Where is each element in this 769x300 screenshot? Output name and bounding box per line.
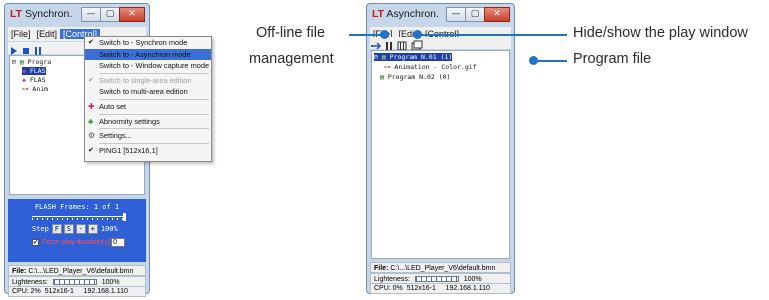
dropdown-item-label: Switch to - Synchron mode	[99, 38, 188, 47]
callout-offline-line2: management	[249, 51, 334, 67]
check-icon: ✔	[88, 76, 94, 84]
dropdown-item-6[interactable]: ♣ Abnormity settings	[85, 116, 211, 128]
dropdown-item-7[interactable]: ⚙ Settings...	[85, 130, 211, 142]
grid-icon[interactable]	[397, 41, 407, 51]
dropdown-item-label: Switch to - Asynchron mode	[99, 49, 191, 59]
step-first-button[interactable]: F	[51, 224, 62, 234]
maximize-button[interactable]: ▢	[100, 7, 120, 22]
callout-hide-show-connector	[417, 34, 567, 36]
file-status: File: C:\...\LED_Player_V6\default.bmn	[370, 262, 511, 273]
window-title: Asynchron.	[386, 8, 439, 20]
force-duration-label: Force play duration(s)	[42, 239, 111, 246]
tree-node-animation[interactable]: ⊶ Animation - Color.gif	[384, 63, 477, 71]
dropdown-item-8[interactable]: ✔ PING1 [512x16,1]	[85, 145, 211, 157]
callout-program-file-connector	[536, 60, 567, 62]
menu-edit[interactable]: [Edit]	[34, 29, 61, 39]
lightness-status: Lighteness: 100%	[370, 273, 511, 284]
dropdown-item-label: Settings...	[99, 131, 132, 141]
close-button[interactable]: ✕	[119, 7, 145, 22]
dropdown-item-4[interactable]: Switch to multi-area edition	[85, 86, 211, 98]
offline-file-icon[interactable]	[371, 42, 382, 50]
minimize-button[interactable]: —	[446, 7, 466, 22]
title-bar[interactable]: LT Synchron. — ▢ ✕	[5, 4, 149, 26]
callout-program-file: Program file	[573, 51, 652, 67]
menu-separator	[99, 113, 209, 115]
force-duration-checkbox[interactable]: ✔	[32, 239, 39, 246]
dropdown-item-5[interactable]: ✚ Auto set	[85, 101, 211, 113]
dropdown-item-label: Switch to single-area edition	[99, 75, 192, 85]
ip-address: 192.168.1.110	[83, 288, 128, 295]
resolution: 512x16-1	[406, 285, 436, 292]
frame-slider[interactable]	[32, 213, 126, 221]
lightness-slider[interactable]	[414, 276, 459, 283]
dropdown-item-3: ✔ Switch to single-area edition	[85, 75, 211, 87]
step-minus-button[interactable]: -	[75, 224, 86, 234]
flash-frames-label: FLASH Frames: 1 of 1	[34, 203, 120, 211]
tree-node-program-02[interactable]: ▤ Program N.02 (0)	[380, 73, 450, 81]
menu-file[interactable]: [File]	[8, 29, 34, 39]
tree-node-program[interactable]: ⊟ ▤ Progra	[12, 58, 51, 66]
dropdown-item-label: Auto set	[99, 101, 127, 111]
play-window-icon[interactable]	[411, 40, 423, 51]
menu-separator	[99, 98, 209, 100]
dropdown-item-2[interactable]: Switch to - Window capture mode	[85, 60, 211, 72]
lightness-value: 100%	[463, 276, 482, 283]
step-plus-button[interactable]: +	[87, 224, 98, 234]
lightness-status: Lighteness: 100%	[8, 276, 146, 287]
callout-offline-dot	[380, 30, 389, 39]
file-path: C:\...\LED_Player_V6\default.bmn	[28, 268, 134, 275]
control-dropdown-menu: ✔ Switch to - Synchron mode Switch to - As…	[84, 36, 212, 162]
force-duration-input[interactable]: 0	[111, 238, 126, 247]
puzzle-icon: ✚	[88, 101, 95, 111]
system-status: CPU: 2% 512x16-1 192.168.1.110	[8, 287, 146, 297]
step-percent: 100%	[100, 225, 118, 233]
file-path: C:\...\LED_Player_V6\default.bmn	[390, 265, 496, 272]
lightness-label: Lighteness:	[12, 279, 48, 286]
check-icon: ✔	[88, 39, 94, 46]
menu-separator	[99, 72, 209, 74]
dropdown-item-0[interactable]: ✔ Switch to - Synchron mode	[85, 37, 211, 49]
program-tree: ⊟ ▤ Program N.01 (1) ⊶ Animation - Color…	[371, 50, 510, 259]
callout-offline-line1: Off-line file	[256, 25, 326, 41]
app-logo: LT	[372, 8, 385, 20]
asynchron-window: LT Asynchron. — ▢ ✕ [File] [Edit] [Contr…	[366, 3, 515, 294]
callout-program-file-dot	[529, 56, 538, 65]
tree-icon: ♣	[88, 116, 94, 126]
check-icon: ✔	[88, 146, 94, 154]
step-label: Step	[32, 225, 49, 233]
resolution: 512x16-1	[44, 288, 74, 295]
maximize-button[interactable]: ▢	[465, 7, 485, 22]
dropdown-item-label: Abnormity settings	[99, 116, 160, 126]
dropdown-item-label: Switch to - Window capture mode	[99, 61, 210, 71]
pause-icon[interactable]	[386, 42, 392, 50]
menu-separator	[99, 128, 209, 130]
app-logo: LT	[10, 8, 23, 20]
dropdown-item-label: Switch to multi-area edition	[99, 87, 188, 97]
minimize-button[interactable]: —	[81, 7, 101, 22]
title-bar[interactable]: LT Asynchron. — ▢ ✕	[367, 4, 514, 26]
dropdown-item-1[interactable]: Switch to - Asynchron mode	[85, 48, 211, 61]
callout-hide-show-dot	[413, 30, 422, 39]
lightness-value: 100%	[101, 279, 120, 286]
play-control-panel: FLASH Frames: 1 of 1 Step F S - + 100% ✔…	[8, 199, 146, 262]
ip-address: 192.168.1.110	[445, 285, 490, 292]
tree-node-flash-2[interactable]: ◆ FLAS	[22, 76, 46, 84]
lightness-slider[interactable]	[52, 279, 97, 286]
lightness-label: Lighteness:	[374, 276, 410, 283]
file-status: File: C:\...\LED_Player_V6\default.bmn	[8, 265, 146, 276]
tree-node-flash-1[interactable]: ◆ FLAS	[22, 67, 46, 75]
settings-icon: ⚙	[88, 131, 96, 141]
callout-hide-show: Hide/show the play window	[573, 25, 748, 41]
toolbar	[370, 37, 511, 51]
system-status: CPU: 0% 512x16-1 192.168.1.110	[370, 284, 511, 294]
tree-node-program-01[interactable]: ⊟ ▤ Program N.01 (1)	[374, 53, 453, 61]
cpu-usage: CPU: 2%	[12, 288, 41, 295]
close-button[interactable]: ✕	[484, 7, 510, 22]
step-single-button[interactable]: S	[63, 224, 74, 234]
tree-node-animation[interactable]: ⊶ Anim	[22, 85, 48, 93]
cpu-usage: CPU: 0%	[374, 285, 403, 292]
menu-separator	[99, 142, 209, 144]
dropdown-item-label: PING1 [512x16,1]	[99, 145, 158, 155]
window-title: Synchron.	[24, 8, 73, 20]
